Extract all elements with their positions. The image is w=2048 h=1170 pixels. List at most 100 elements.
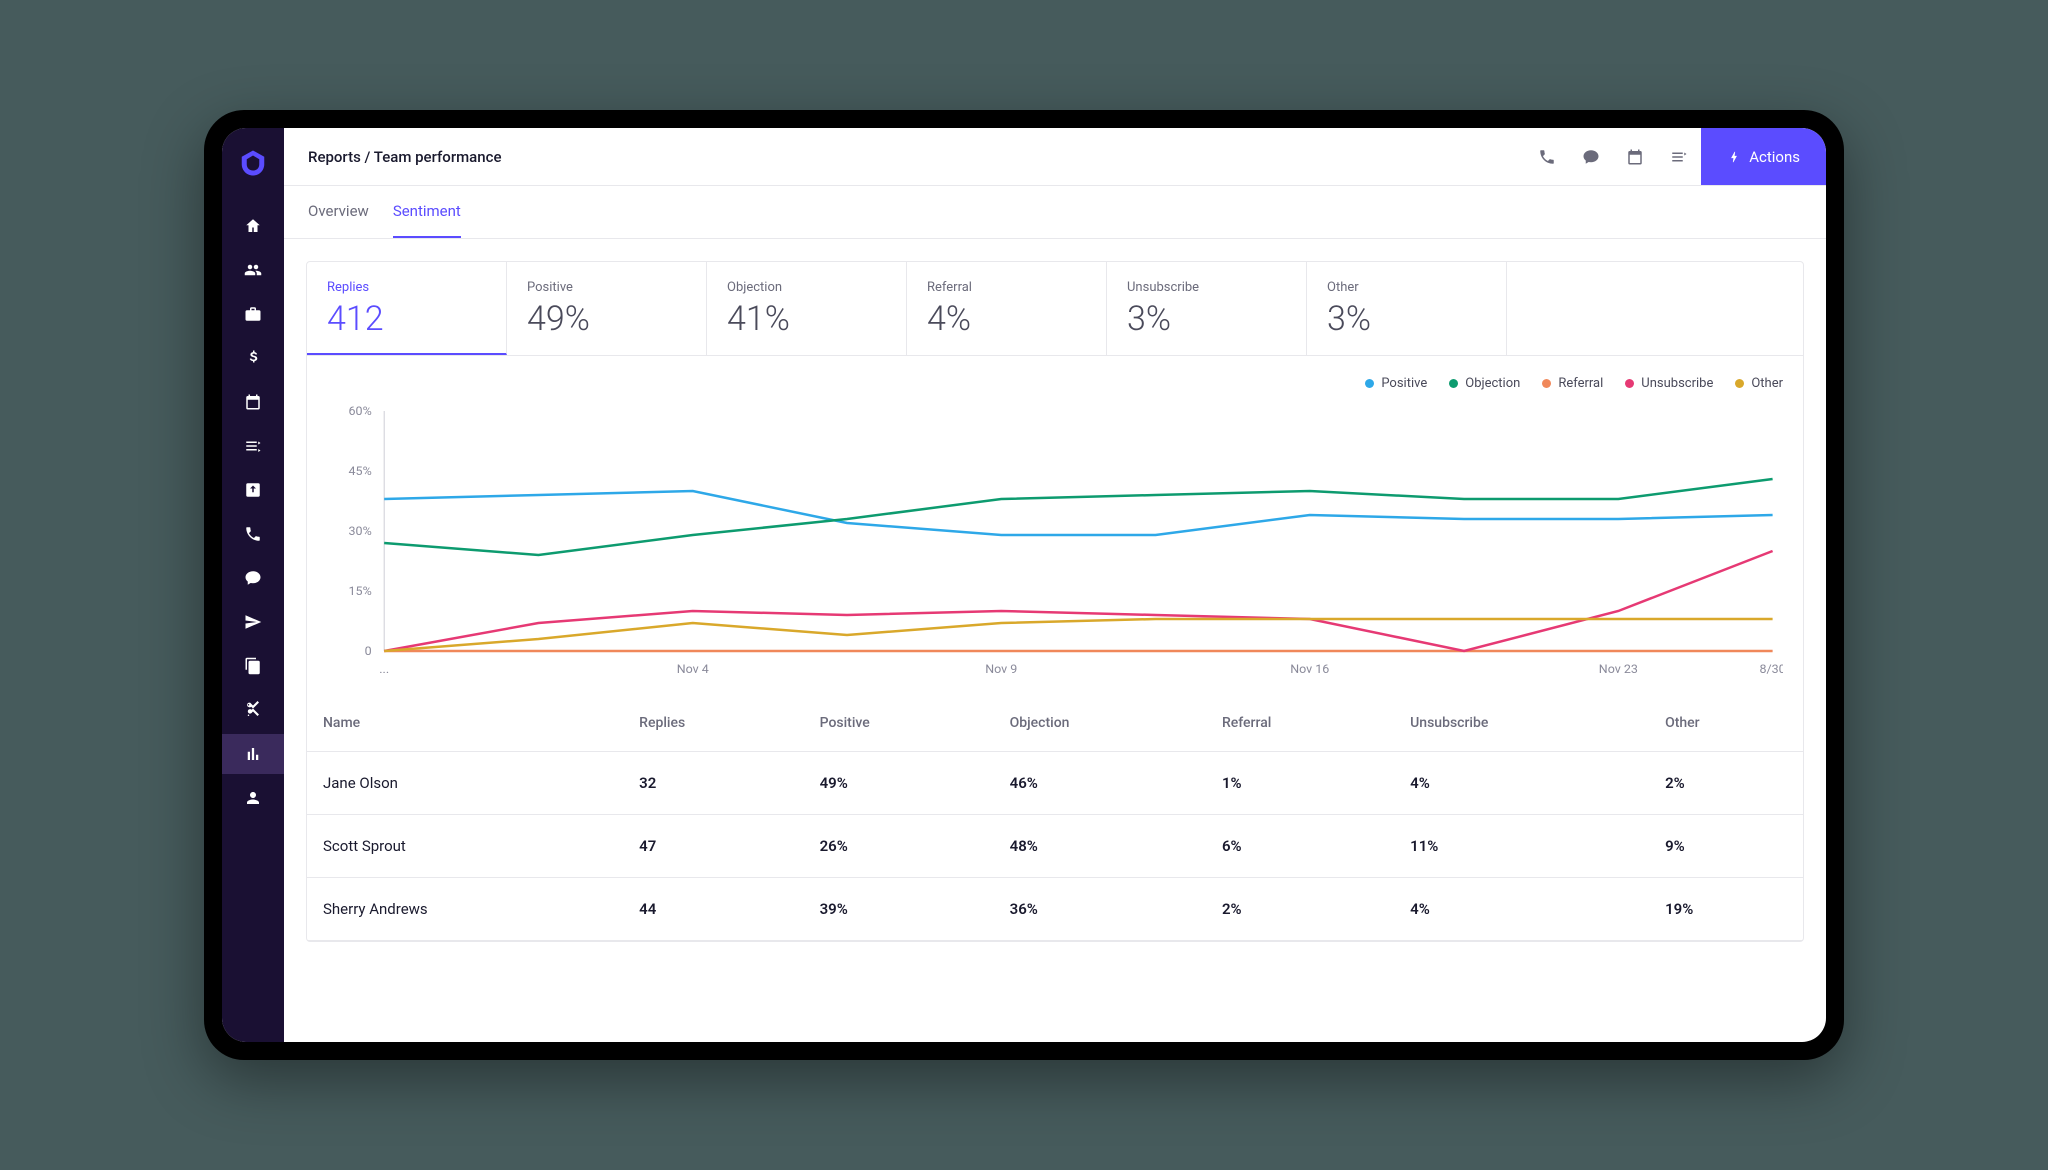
- column-unsubscribe: Unsubscribe: [1394, 695, 1649, 752]
- actions-button[interactable]: Actions: [1701, 128, 1826, 185]
- scissors-icon[interactable]: [222, 690, 284, 730]
- tab-sentiment[interactable]: Sentiment: [393, 186, 461, 238]
- copy-icon[interactable]: [222, 646, 284, 686]
- metric-value: 49%: [527, 299, 686, 339]
- metric-referral[interactable]: Referral 4%: [907, 262, 1107, 355]
- phone-icon[interactable]: [222, 514, 284, 554]
- tasks-icon[interactable]: [1657, 128, 1701, 185]
- main-content: Reports / Team performance Actions Overv…: [284, 128, 1826, 1042]
- metric-objection[interactable]: Objection 41%: [707, 262, 907, 355]
- metric-label: Other: [1327, 280, 1486, 295]
- metric-value: 3%: [1127, 299, 1286, 339]
- legend-item-referral: Referral: [1542, 376, 1603, 391]
- topbar-actions: Actions: [1525, 128, 1826, 185]
- cell-referral: 6%: [1206, 815, 1394, 878]
- chat-icon[interactable]: [222, 558, 284, 598]
- cell-name: Sherry Andrews: [307, 878, 623, 941]
- home-icon[interactable]: [222, 206, 284, 246]
- tabs: Overview Sentiment: [284, 186, 1826, 239]
- svg-text:...: ...: [379, 662, 389, 676]
- cell-name: Scott Sprout: [307, 815, 623, 878]
- column-replies: Replies: [623, 695, 803, 752]
- briefcase-icon[interactable]: [222, 294, 284, 334]
- app-logo[interactable]: [236, 146, 270, 180]
- svg-text:Nov 23: Nov 23: [1599, 662, 1638, 676]
- cell-referral: 2%: [1206, 878, 1394, 941]
- legend-item-other: Other: [1735, 376, 1783, 391]
- metric-value: 4%: [927, 299, 1086, 339]
- legend-item-unsubscribe: Unsubscribe: [1625, 376, 1713, 391]
- legend-dot: [1365, 379, 1374, 388]
- table-row[interactable]: Sherry Andrews4439%36%2%4%19%: [307, 878, 1803, 941]
- cell-unsubscribe: 4%: [1394, 878, 1649, 941]
- profile-icon[interactable]: [222, 778, 284, 818]
- chart-line-unsubscribe: [384, 551, 1772, 651]
- svg-text:Nov 4: Nov 4: [677, 662, 709, 676]
- sentiment-card: Replies412Positive49%Objection41%Referra…: [306, 261, 1804, 942]
- metric-other[interactable]: Other3%: [1307, 262, 1507, 355]
- chat-icon[interactable]: [1569, 128, 1613, 185]
- team-table: NameRepliesPositiveObjectionReferralUnsu…: [307, 695, 1803, 941]
- phone-icon[interactable]: [1525, 128, 1569, 185]
- tab-overview[interactable]: Overview: [308, 186, 369, 238]
- table-body: Jane Olson3249%46%1%4%2%Scott Sprout4726…: [307, 752, 1803, 941]
- app-screen: Reports / Team performance Actions Overv…: [222, 128, 1826, 1042]
- legend-label: Other: [1751, 376, 1783, 391]
- legend-label: Positive: [1381, 376, 1427, 391]
- tablet-frame: Reports / Team performance Actions Overv…: [204, 110, 1844, 1060]
- metric-unsubscribe[interactable]: Unsubscribe 3%: [1107, 262, 1307, 355]
- cell-other: 19%: [1649, 878, 1803, 941]
- table-row[interactable]: Scott Sprout4726%48%6%11%9%: [307, 815, 1803, 878]
- tasks-icon[interactable]: [222, 426, 284, 466]
- breadcrumb: Reports / Team performance: [308, 148, 502, 166]
- inbox-icon[interactable]: [222, 470, 284, 510]
- chart-area: PositiveObjectionReferralUnsubscribeOthe…: [307, 356, 1803, 695]
- cell-referral: 1%: [1206, 752, 1394, 815]
- cell-unsubscribe: 11%: [1394, 815, 1649, 878]
- metric-label: Replies: [327, 280, 486, 295]
- calendar-icon[interactable]: [1613, 128, 1657, 185]
- column-name: Name: [307, 695, 623, 752]
- actions-label: Actions: [1749, 148, 1800, 166]
- cell-objection: 48%: [994, 815, 1206, 878]
- cell-positive: 49%: [804, 752, 994, 815]
- cell-replies: 44: [623, 878, 803, 941]
- metric-replies[interactable]: Replies 412: [307, 262, 507, 355]
- cell-other: 9%: [1649, 815, 1803, 878]
- legend-dot: [1735, 379, 1744, 388]
- column-positive: Positive: [804, 695, 994, 752]
- metric-value: 41%: [727, 299, 886, 339]
- calendar-icon[interactable]: [222, 382, 284, 422]
- cell-positive: 39%: [804, 878, 994, 941]
- metric-positive[interactable]: Positive49%: [507, 262, 707, 355]
- sidebar: [222, 128, 284, 1042]
- column-other: Other: [1649, 695, 1803, 752]
- cell-replies: 32: [623, 752, 803, 815]
- table-row[interactable]: Jane Olson3249%46%1%4%2%: [307, 752, 1803, 815]
- chart-legend: PositiveObjectionReferralUnsubscribeOthe…: [327, 376, 1783, 391]
- send-icon[interactable]: [222, 602, 284, 642]
- people-icon[interactable]: [222, 250, 284, 290]
- legend-label: Unsubscribe: [1641, 376, 1713, 391]
- cell-positive: 26%: [804, 815, 994, 878]
- column-referral: Referral: [1206, 695, 1394, 752]
- chart-line-objection: [384, 479, 1772, 555]
- reports-icon[interactable]: [222, 734, 284, 774]
- metric-label: Objection: [727, 280, 886, 295]
- lightning-icon: [1727, 150, 1741, 164]
- metric-label: Unsubscribe: [1127, 280, 1286, 295]
- column-objection: Objection: [994, 695, 1206, 752]
- svg-text:30%: 30%: [349, 524, 372, 538]
- table-header-row: NameRepliesPositiveObjectionReferralUnsu…: [307, 695, 1803, 752]
- dollar-icon[interactable]: [222, 338, 284, 378]
- metric-label: Referral: [927, 280, 1086, 295]
- metric-value: 412: [327, 299, 486, 339]
- svg-text:Nov 9: Nov 9: [985, 662, 1017, 676]
- content-area: Replies412Positive49%Objection41%Referra…: [284, 239, 1826, 1042]
- topbar: Reports / Team performance Actions: [284, 128, 1826, 186]
- legend-item-positive: Positive: [1365, 376, 1427, 391]
- legend-dot: [1449, 379, 1458, 388]
- cell-unsubscribe: 4%: [1394, 752, 1649, 815]
- svg-text:45%: 45%: [349, 464, 372, 478]
- legend-dot: [1625, 379, 1634, 388]
